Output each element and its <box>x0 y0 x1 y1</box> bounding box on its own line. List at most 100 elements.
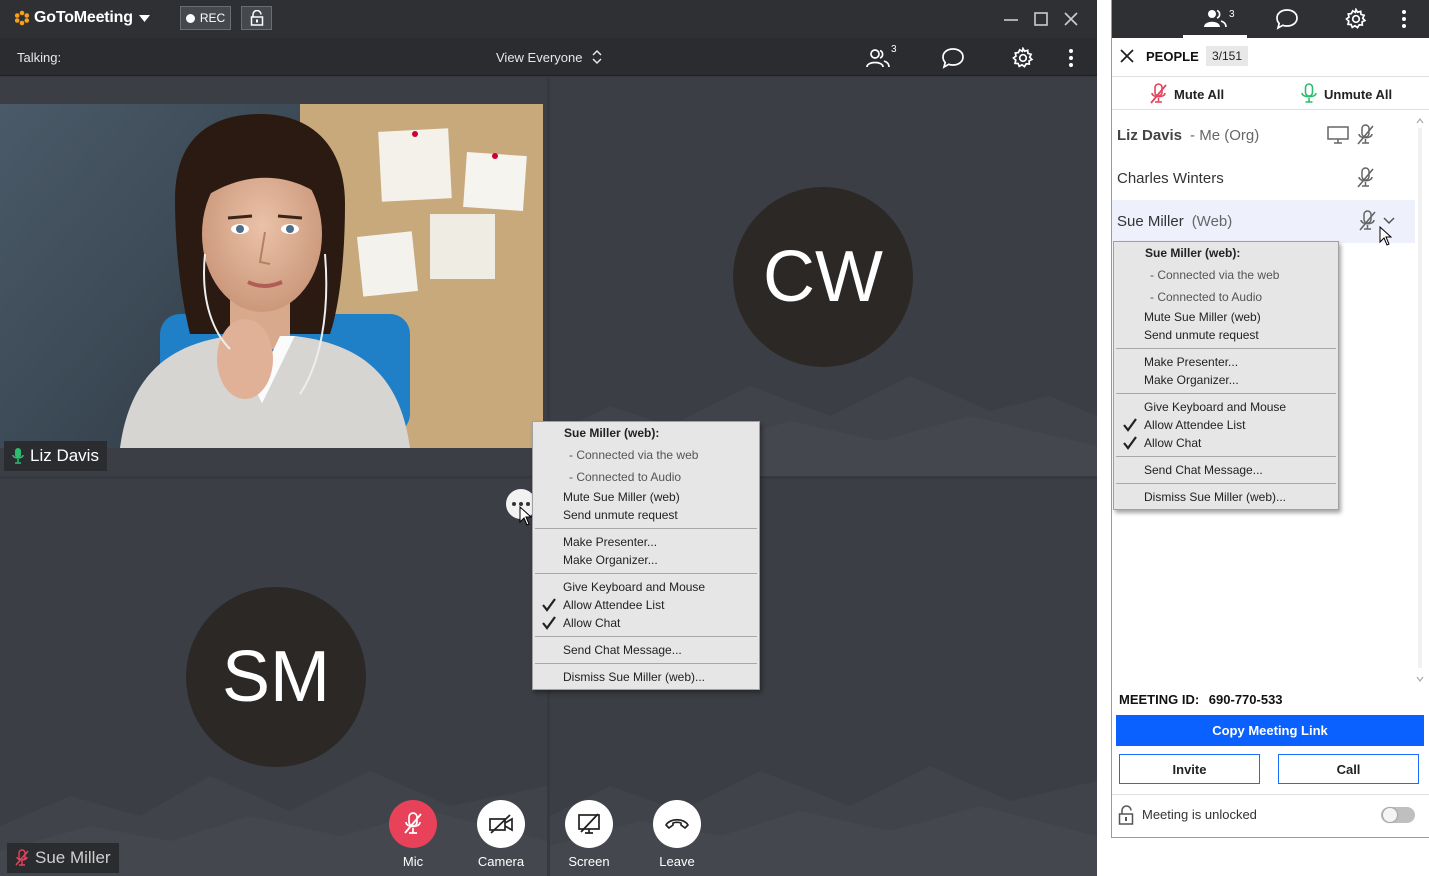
menu-info-connected-web: - Connected via the web <box>569 448 699 462</box>
menu-item-allow-chat[interactable]: Allow Chat <box>533 614 759 632</box>
leave-control[interactable]: Leave <box>647 800 707 869</box>
logo-icon <box>14 10 30 26</box>
chat-icon <box>1275 8 1299 30</box>
menu-separator <box>535 528 757 529</box>
tab-chat[interactable] <box>1255 0 1319 38</box>
close-panel-button[interactable] <box>1120 49 1134 63</box>
leave-button[interactable] <box>653 800 701 848</box>
menu-item-dismiss[interactable]: Dismiss Sue Miller (web)... <box>533 668 759 686</box>
video-tile-liz-davis[interactable]: Liz Davis <box>0 77 547 476</box>
participant-status <box>1355 167 1375 189</box>
meeting-id-value: 690-770-533 <box>1208 692 1283 707</box>
menu-separator <box>1116 483 1336 484</box>
menu-header: Sue Miller (web): <box>564 426 660 440</box>
mic-label: Mic <box>402 854 424 869</box>
updown-chevron-icon <box>592 49 603 65</box>
participant-row-charles-winters[interactable]: Charles Winters <box>1112 157 1415 200</box>
mic-toggle-button[interactable] <box>389 800 437 848</box>
chat-tab-button[interactable] <box>940 46 966 70</box>
menu-item-make-presenter[interactable]: Make Presenter... <box>1114 353 1338 371</box>
panel-title: PEOPLE <box>1146 49 1199 64</box>
menu-item-dismiss[interactable]: Dismiss Sue Miller (web)... <box>1114 488 1338 506</box>
record-button[interactable]: REC <box>180 6 231 30</box>
app-brand: GoToMeeting <box>34 9 133 26</box>
lock-meeting-button[interactable] <box>241 6 272 30</box>
menu-item-make-organizer[interactable]: Make Organizer... <box>533 551 759 569</box>
unmute-all-button[interactable]: Unmute All <box>1300 83 1392 105</box>
people-icon <box>1203 8 1227 28</box>
menu-item-mute[interactable]: Mute Sue Miller (web) <box>1114 308 1338 326</box>
menu-separator <box>1116 456 1336 457</box>
background-mountains <box>550 766 1097 876</box>
people-tab-button[interactable]: 3 <box>865 44 897 70</box>
invite-button[interactable]: Invite <box>1119 754 1260 784</box>
menu-item-allow-chat[interactable]: Allow Chat <box>1114 434 1338 452</box>
talking-label: Talking: <box>17 50 62 65</box>
copy-meeting-link-button[interactable]: Copy Meeting Link <box>1116 715 1424 746</box>
menu-separator <box>1116 348 1336 349</box>
people-count-badge: 3 <box>1229 9 1235 20</box>
close-window-button[interactable] <box>1061 9 1081 29</box>
mute-all-label: Mute All <box>1174 86 1225 102</box>
attendee-count: 3/151 <box>1206 46 1249 66</box>
camera-toggle-button[interactable] <box>477 800 525 848</box>
participant-name: Sue Miller <box>35 848 111 867</box>
menu-info-connected-audio: - Connected to Audio <box>1150 290 1263 304</box>
unlock-icon <box>1118 805 1134 825</box>
participant-list: Liz Davis - Me (Org) Charles Winters Sue… <box>1112 114 1415 243</box>
panel-tab-bar: 3 <box>1112 0 1429 38</box>
participant-avatar: SM <box>186 587 366 767</box>
menu-item-make-presenter[interactable]: Make Presenter... <box>533 533 759 551</box>
participant-row-liz-davis[interactable]: Liz Davis - Me (Org) <box>1112 114 1415 157</box>
participant-name: Charles Winters <box>1117 170 1224 187</box>
lock-meeting-toggle[interactable] <box>1381 807 1415 823</box>
mouse-cursor-icon <box>1379 226 1393 246</box>
checkmark-icon <box>542 598 556 612</box>
leave-label: Leave <box>659 854 695 869</box>
participant-name: Liz Davis <box>30 446 99 465</box>
app-menu-button[interactable]: GoToMeeting <box>14 9 150 27</box>
close-icon <box>1120 49 1134 63</box>
maximize-button[interactable] <box>1031 9 1051 29</box>
mic-muted-icon <box>401 811 425 837</box>
menu-item-send-chat[interactable]: Send Chat Message... <box>1114 461 1338 479</box>
mic-on-icon <box>12 447 24 465</box>
menu-item-send-chat[interactable]: Send Chat Message... <box>533 641 759 659</box>
menu-item-mute[interactable]: Mute Sue Miller (web) <box>533 488 759 506</box>
camera-control[interactable]: Camera <box>471 800 531 869</box>
chevron-down-icon[interactable] <box>1383 217 1395 225</box>
chevron-down-icon <box>138 14 150 22</box>
participant-type: (Web) <box>1191 213 1233 230</box>
settings-button[interactable] <box>1010 46 1036 70</box>
menu-item-allow-attendee-list[interactable]: Allow Attendee List <box>1114 416 1338 434</box>
mic-on-icon <box>1300 83 1318 105</box>
mute-all-button[interactable]: Mute All <box>1148 83 1224 105</box>
view-everyone-selector[interactable]: View Everyone <box>496 49 603 65</box>
menu-header: Sue Miller (web): <box>1145 246 1241 260</box>
call-button[interactable]: Call <box>1278 754 1419 784</box>
screen-share-button[interactable] <box>565 800 613 848</box>
menu-item-make-organizer[interactable]: Make Organizer... <box>1114 371 1338 389</box>
menu-item-label: Allow Attendee List <box>563 598 665 612</box>
screen-control[interactable]: Screen <box>559 800 619 869</box>
tab-people[interactable]: 3 <box>1183 0 1247 38</box>
video-tile-sue-miller[interactable]: SM Sue Miller <box>0 479 547 876</box>
view-label: View Everyone <box>496 49 583 65</box>
mic-control[interactable]: Mic <box>383 800 443 869</box>
video-tile-charles-winters[interactable]: CW <box>550 77 1097 476</box>
participant-name-tag: Liz Davis <box>4 441 107 471</box>
panel-more-button[interactable] <box>1374 0 1429 38</box>
menu-item-allow-attendee-list[interactable]: Allow Attendee List <box>533 596 759 614</box>
more-options-button[interactable] <box>1058 46 1084 70</box>
minimize-button[interactable] <box>1001 9 1021 29</box>
kebab-icon <box>1401 9 1407 29</box>
menu-item-send-unmute-request[interactable]: Send unmute request <box>1114 326 1338 344</box>
participant-row-sue-miller[interactable]: Sue Miller (Web) <box>1112 200 1415 243</box>
hang-up-icon <box>664 817 690 831</box>
mic-muted-icon <box>1148 83 1168 105</box>
menu-item-give-keyboard-mouse[interactable]: Give Keyboard and Mouse <box>533 578 759 596</box>
menu-item-give-keyboard-mouse[interactable]: Give Keyboard and Mouse <box>1114 398 1338 416</box>
participant-list-scrollbar[interactable] <box>1415 114 1425 688</box>
menu-item-send-unmute-request[interactable]: Send unmute request <box>533 506 759 524</box>
menu-separator <box>535 636 757 637</box>
